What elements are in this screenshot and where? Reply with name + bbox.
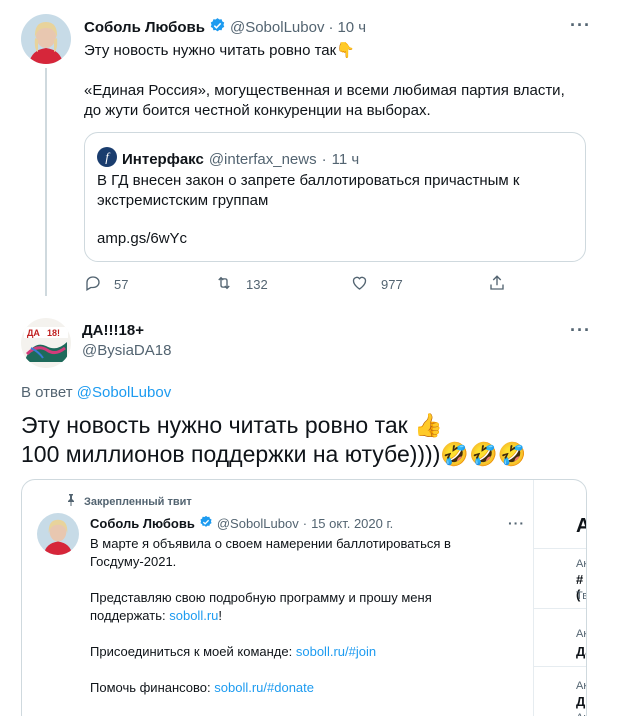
author-handle[interactable]: @BysiaDA18 bbox=[82, 342, 171, 359]
embedded-author-name: Соболь Любовь bbox=[90, 516, 195, 531]
share-button[interactable] bbox=[488, 274, 506, 295]
sidebar-fragment: Тв bbox=[576, 590, 587, 602]
heart-icon bbox=[350, 274, 369, 295]
reply-icon bbox=[84, 274, 102, 295]
tweet-text-paragraph: «Единая Россия», могущественная и всеми … bbox=[84, 82, 565, 119]
avatar[interactable]: ДА 18! bbox=[21, 318, 71, 368]
verified-icon bbox=[209, 17, 226, 38]
retweet-count: 132 bbox=[246, 277, 268, 292]
avatar[interactable] bbox=[21, 14, 71, 64]
embedded-author-handle: @SobolLubov bbox=[216, 516, 299, 531]
embedded-paragraph: Присоединиться к моей команде: soboll.ru… bbox=[90, 644, 377, 659]
sidebar-divider bbox=[534, 548, 586, 549]
tweet-text-line: Эту новость нужно читать ровно так👇 bbox=[84, 42, 355, 59]
interfax-avatar-icon: f bbox=[97, 147, 117, 171]
embedded-paragraph: Представляю свою подробную программу и п… bbox=[90, 590, 432, 623]
embedded-link: soboll.ru/#join bbox=[295, 644, 377, 659]
embedded-tweet-text: В марте я объявила о своем намерении бал… bbox=[90, 535, 510, 697]
sidebar-divider bbox=[534, 608, 586, 609]
retweet-button[interactable]: 132 bbox=[214, 274, 268, 295]
thread-line bbox=[45, 68, 47, 296]
reply-button[interactable]: 57 bbox=[84, 274, 128, 295]
embedded-paragraph: В марте я объявила о своем намерении бал… bbox=[90, 536, 451, 569]
sidebar-title: А bbox=[576, 515, 586, 538]
sidebar-fragment: Ди bbox=[576, 694, 586, 709]
separator-dot: · bbox=[302, 516, 308, 531]
avatar bbox=[37, 513, 79, 555]
embedded-paragraph: Помочь финансово: soboll.ru/#donate bbox=[90, 680, 315, 695]
tweet-actions: 57 132 977 bbox=[84, 274, 514, 294]
tweet-header: Соболь Любовь @SobolLubov · 10 ч bbox=[84, 17, 366, 38]
sidebar-divider bbox=[534, 666, 586, 667]
svg-text:ДА: ДА bbox=[27, 328, 40, 338]
tweet-text-line: 100 миллионов поддержки на ютубе))))🤣🤣🤣 bbox=[21, 441, 527, 467]
author-name[interactable]: ДА!!!18+ bbox=[82, 322, 144, 339]
separator-dot: · bbox=[328, 19, 334, 36]
quoted-tweet-time: 11 ч bbox=[331, 150, 360, 168]
svg-text:18!: 18! bbox=[47, 328, 60, 338]
more-options-icon[interactable]: ··· bbox=[570, 321, 591, 339]
pinned-label-row: Закрепленный твит bbox=[66, 494, 192, 509]
retweet-icon bbox=[214, 274, 234, 295]
reply-count: 57 bbox=[114, 277, 129, 292]
reply-prefix: В ответ bbox=[21, 384, 73, 401]
author-name[interactable]: Соболь Любовь bbox=[84, 19, 205, 36]
embedded-tweet-date: 15 окт. 2020 г. bbox=[311, 516, 394, 531]
embedded-tweet-header: Соболь Любовь @SobolLubov · 15 окт. 2020… bbox=[90, 515, 393, 532]
like-count: 977 bbox=[381, 277, 403, 292]
share-icon bbox=[488, 274, 506, 295]
column-divider bbox=[533, 480, 534, 716]
like-button[interactable]: 977 bbox=[350, 274, 403, 295]
sidebar-fragment: Да bbox=[576, 644, 586, 659]
quoted-tweet-header: f Интерфакс @interfax_news · 11 ч bbox=[97, 147, 359, 171]
pin-icon bbox=[66, 494, 76, 509]
quoted-author-name: Интерфакс bbox=[122, 150, 204, 168]
tweet-text: Эту новость нужно читать ровно так 👍 100… bbox=[21, 411, 621, 469]
sidebar-fragment: Ак bbox=[576, 712, 586, 716]
verified-icon bbox=[199, 515, 213, 532]
quoted-tweet[interactable]: f Интерфакс @interfax_news · 11 ч В ГД в… bbox=[84, 132, 586, 262]
separator-dot: · bbox=[321, 150, 327, 168]
tweet-time[interactable]: 10 ч bbox=[337, 19, 366, 36]
reply-context: В ответ @SobolLubov bbox=[21, 384, 171, 401]
sidebar-fragment: Ак bbox=[576, 680, 587, 692]
tweet-text-line: Эту новость нужно читать ровно так 👍 bbox=[21, 412, 443, 438]
pinned-label: Закрепленный твит bbox=[84, 495, 192, 508]
sidebar-fragment: Ак bbox=[576, 628, 587, 640]
embedded-link: soboll.ru/#donate bbox=[214, 680, 315, 695]
quoted-tweet-link[interactable]: amp.gs/6wYc bbox=[97, 230, 187, 247]
author-handle[interactable]: @SobolLubov bbox=[230, 19, 324, 36]
more-options-icon: ··· bbox=[508, 515, 525, 531]
attached-image[interactable]: Закрепленный твит Соболь Любовь @SobolLu… bbox=[21, 479, 587, 716]
quoted-author-handle: @interfax_news bbox=[208, 150, 317, 168]
quoted-tweet-text: В ГД внесен закон о запрете баллотироват… bbox=[97, 172, 520, 209]
embedded-link: soboll.ru bbox=[169, 608, 219, 623]
sidebar-fragment: Ак bbox=[576, 558, 587, 570]
tweet-text: Эту новость нужно читать ровно так👇 «Еди… bbox=[84, 41, 584, 121]
more-options-icon[interactable]: ··· bbox=[570, 16, 591, 34]
reply-to-handle[interactable]: @SobolLubov bbox=[77, 384, 171, 401]
